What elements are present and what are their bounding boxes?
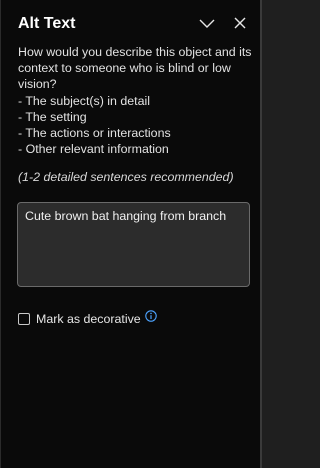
- instruction-line: vision?: [18, 77, 57, 92]
- alt-text-input[interactable]: Cute brown bat hanging from branch: [17, 202, 250, 287]
- instruction-bullet: - The setting: [18, 109, 87, 124]
- info-icon[interactable]: [144, 310, 157, 322]
- instruction-bullet: - The subject(s) in detail: [18, 93, 150, 108]
- mark-decorative-checkbox[interactable]: [18, 313, 30, 325]
- close-pane-button[interactable]: [229, 14, 251, 36]
- close-icon: [234, 16, 246, 34]
- pane-title: Alt Text: [18, 15, 76, 32]
- instruction-bullet: - The actions or interactions: [18, 126, 171, 141]
- sentence-hint: (1-2 detailed sentences recommended): [18, 170, 234, 184]
- instruction-line: How would you describe this object and i…: [18, 45, 252, 59]
- mark-decorative-label[interactable]: Mark as decorative: [36, 312, 141, 326]
- mark-decorative-row: Mark as decorative: [18, 310, 157, 327]
- alt-text-instructions: How would you describe this object and i…: [18, 44, 252, 157]
- instruction-line: context to someone who is blind or low: [18, 61, 231, 76]
- pane-header: Alt Text: [1, 0, 260, 48]
- instruction-bullet: - Other relevant information: [18, 142, 169, 157]
- chevron-down-icon: [199, 16, 215, 34]
- collapse-pane-button[interactable]: [196, 14, 218, 36]
- alt-text-pane: Alt Text How would you describe this obj…: [0, 0, 262, 468]
